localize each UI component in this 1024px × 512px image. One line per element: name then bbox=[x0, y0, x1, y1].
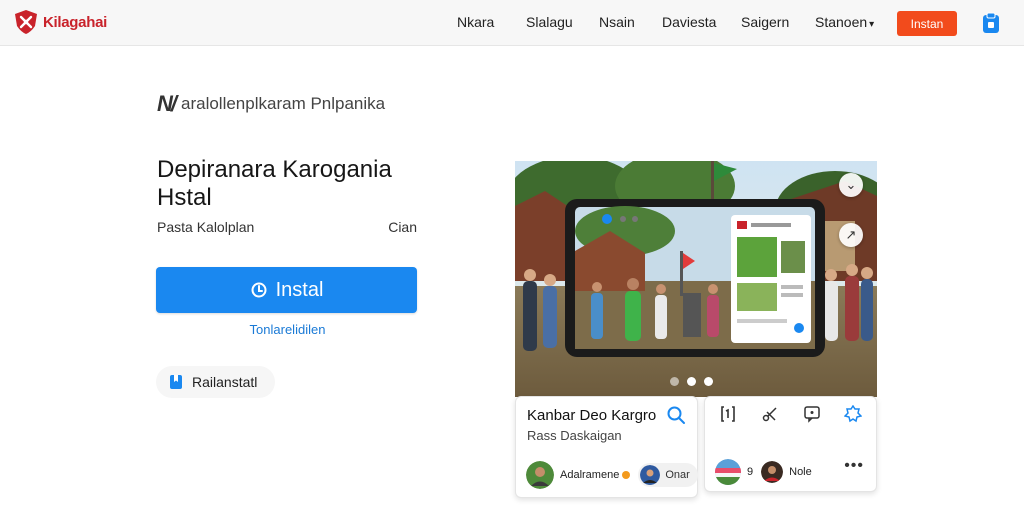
author-avatar[interactable] bbox=[526, 461, 554, 489]
info-card-title: Kanbar Deo Kargro bbox=[527, 407, 657, 424]
nav-item-3[interactable]: Nsain bbox=[599, 14, 635, 30]
verified-badge-icon bbox=[622, 471, 631, 479]
install-button[interactable]: Instal bbox=[156, 267, 417, 313]
carousel-dots bbox=[670, 377, 713, 386]
comment-icon[interactable] bbox=[803, 405, 821, 423]
publisher-logo-icon: N/ bbox=[157, 91, 177, 116]
header-install-button[interactable]: Instan bbox=[897, 11, 957, 36]
badge-icon[interactable] bbox=[844, 405, 862, 423]
publisher-line: N/ aralollenplkaram Pnlpanika bbox=[157, 91, 385, 117]
top-navigation-bar: Kilagahai Nkara Slalagu Nsain Daviesta S… bbox=[0, 0, 1024, 46]
sync-icon bbox=[251, 282, 267, 298]
install-button-label: Instal bbox=[275, 278, 324, 301]
chevron-down-icon: ▾ bbox=[869, 19, 875, 30]
bookmark-icon bbox=[170, 375, 182, 389]
next-screenshot-button[interactable]: ↗ bbox=[839, 223, 863, 247]
nav-item-4[interactable]: Daviesta bbox=[662, 14, 716, 30]
scissors-icon[interactable] bbox=[761, 405, 779, 423]
brand-name: Kilagahai bbox=[43, 13, 107, 31]
actions-footer: 9 Nole bbox=[715, 459, 865, 485]
nav-item-2[interactable]: Slalagu bbox=[526, 14, 573, 30]
nav-item-1[interactable]: Nkara bbox=[457, 14, 494, 30]
chevron-down-icon: ⌄ bbox=[845, 177, 857, 192]
flag-avatar[interactable] bbox=[715, 459, 741, 485]
arrow-right-icon: ↗ bbox=[845, 227, 857, 242]
info-card-footer: Adalramene Onar bbox=[526, 459, 698, 491]
count-label: 9 bbox=[747, 466, 754, 478]
user-name[interactable]: Nole bbox=[789, 466, 812, 478]
user-avatar bbox=[640, 465, 661, 485]
wishlist-label: Railanstatl bbox=[192, 374, 258, 390]
actions-card: 9 Nole ••• bbox=[704, 396, 877, 492]
nav-item-5[interactable]: Saigern bbox=[741, 14, 789, 30]
user-avatar[interactable] bbox=[761, 461, 784, 483]
user-chip[interactable]: Onar bbox=[638, 463, 698, 487]
carousel-dot-2[interactable] bbox=[687, 377, 696, 386]
publisher-name[interactable]: aralollenplkaram Pnlpanika bbox=[181, 94, 385, 114]
info-card-subtitle: Rass Daskaigan bbox=[527, 428, 622, 443]
brand-logo[interactable]: Kilagahai bbox=[13, 9, 107, 35]
app-title: Depiranara Karogania Hstal bbox=[157, 156, 392, 211]
more-options-icon[interactable]: ••• bbox=[844, 457, 864, 475]
wishlist-button[interactable]: Railanstatl bbox=[156, 366, 276, 398]
collapse-button[interactable]: ⌄ bbox=[839, 173, 863, 197]
carousel-dot-1[interactable] bbox=[670, 377, 679, 386]
shield-logo-icon bbox=[15, 10, 37, 34]
search-icon[interactable] bbox=[666, 405, 686, 425]
secondary-link[interactable]: Tonlarelidilen bbox=[157, 322, 418, 337]
developer-name[interactable]: Pasta Kalolplan bbox=[157, 219, 254, 235]
bracket-icon[interactable] bbox=[719, 405, 737, 423]
clipboard-icon[interactable] bbox=[982, 12, 1000, 34]
nav-more-label: Stanoen bbox=[815, 14, 868, 30]
carousel-dot-3[interactable] bbox=[704, 377, 713, 386]
screenshot-carousel[interactable]: ⌄ ↗ bbox=[515, 161, 877, 397]
nav-more-dropdown[interactable]: Stanoen ▾ bbox=[815, 14, 874, 30]
author-label[interactable]: Adalramene bbox=[560, 469, 631, 481]
user-chip-label: Onar bbox=[665, 469, 690, 481]
screenshot-image bbox=[515, 161, 877, 397]
author-name: Adalramene bbox=[560, 469, 620, 481]
app-size: Cian bbox=[388, 219, 417, 235]
app-info-card: Kanbar Deo Kargro Rass Daskaigan Adalram… bbox=[515, 396, 698, 498]
